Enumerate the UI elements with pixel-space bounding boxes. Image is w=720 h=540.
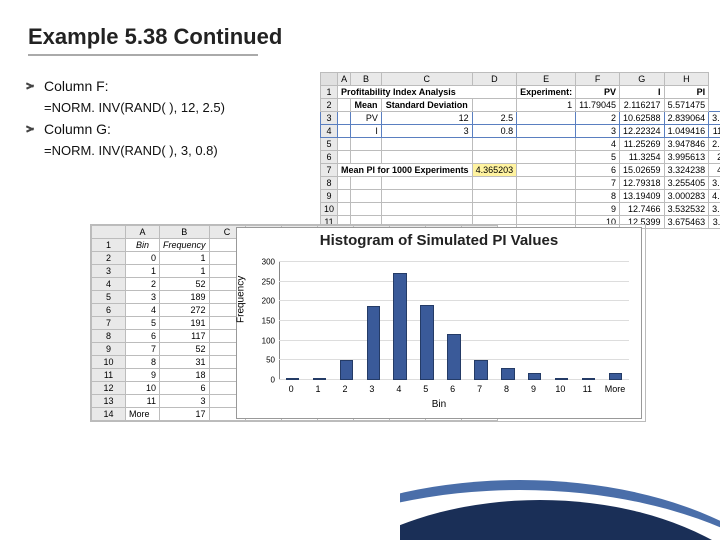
chart-title: Histogram of Simulated PI Values [237, 228, 641, 249]
histogram-chart: Histogram of Simulated PI Values Frequen… [236, 227, 642, 419]
spreadsheet-top: ABCDEFGH1Profitability Index AnalysisExp… [320, 72, 720, 229]
chart-bar [286, 378, 299, 380]
chart-bar [582, 378, 595, 380]
bullet-formula: =NORM. INV(RAND( ), 3, 0.8) [26, 143, 316, 158]
chart-plot-area: 05010015020025030001234567891011More [279, 262, 629, 380]
chart-bar [447, 334, 460, 380]
chart-xlabel: Bin [237, 399, 641, 410]
chart-bar [313, 378, 326, 380]
chart-bar [474, 360, 487, 380]
decorative-swoosh [400, 470, 720, 540]
bullet-list: Column F: =NORM. INV(RAND( ), 12, 2.5) C… [26, 78, 316, 164]
bottom-panel: ABCDEFGHIJ1BinFrequency20131142525318964… [90, 224, 646, 422]
chart-bar [367, 306, 380, 380]
bullet-item: Column G: [26, 121, 316, 137]
chart-bar [528, 373, 541, 380]
chart-bar [393, 273, 406, 380]
chart-bar [340, 360, 353, 380]
title-underline [28, 54, 258, 56]
bullet-formula: =NORM. INV(RAND( ), 12, 2.5) [26, 100, 316, 115]
chart-ylabel: Frequency [236, 276, 247, 323]
chart-bar [420, 305, 433, 380]
slide-title: Example 5.38 Continued [28, 24, 282, 50]
chart-bar [609, 373, 622, 380]
chart-bar [501, 368, 514, 380]
bullet-item: Column F: [26, 78, 316, 94]
chart-bar [555, 378, 568, 380]
